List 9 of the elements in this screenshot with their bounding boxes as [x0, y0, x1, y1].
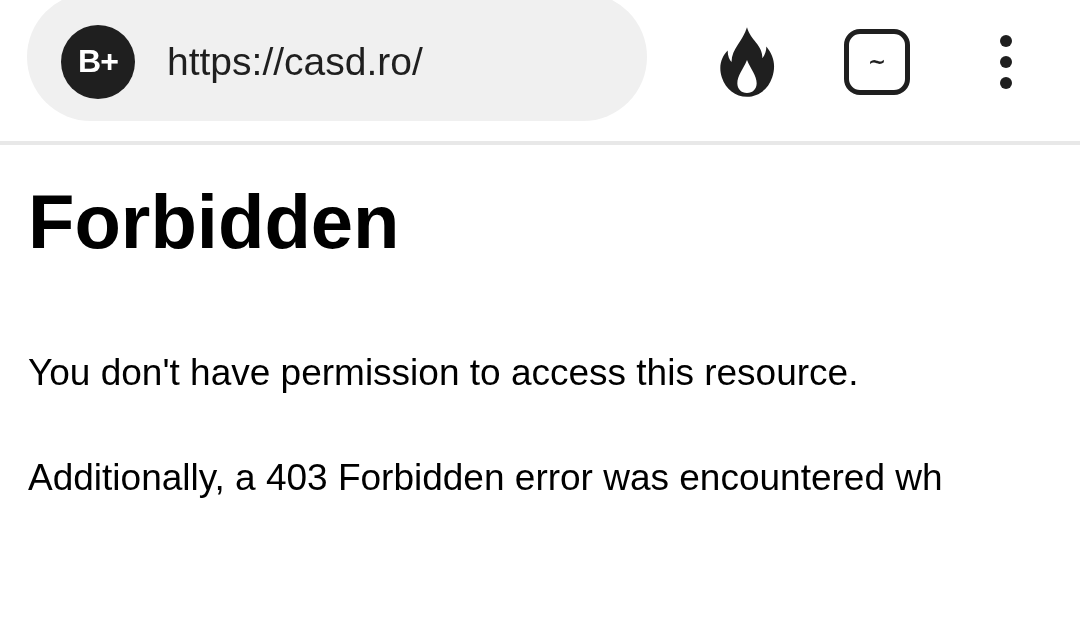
- paragraph: Additionally, a 403 Forbidden error was encountered wh: [28, 456, 944, 500]
- site-badge[interactable]: B+: [61, 24, 135, 99]
- paragraph: You don't have permission to access this resource.: [28, 351, 860, 395]
- menu-icon[interactable]: [999, 33, 1013, 90]
- url-text: https://casd.ro/: [167, 39, 423, 84]
- flame-icon[interactable]: [718, 26, 776, 97]
- page-heading: Forbidden: [28, 178, 401, 266]
- tab-switcher-button[interactable]: ~: [844, 28, 910, 95]
- address-bar[interactable]: B+ https://casd.ro/: [27, 0, 647, 121]
